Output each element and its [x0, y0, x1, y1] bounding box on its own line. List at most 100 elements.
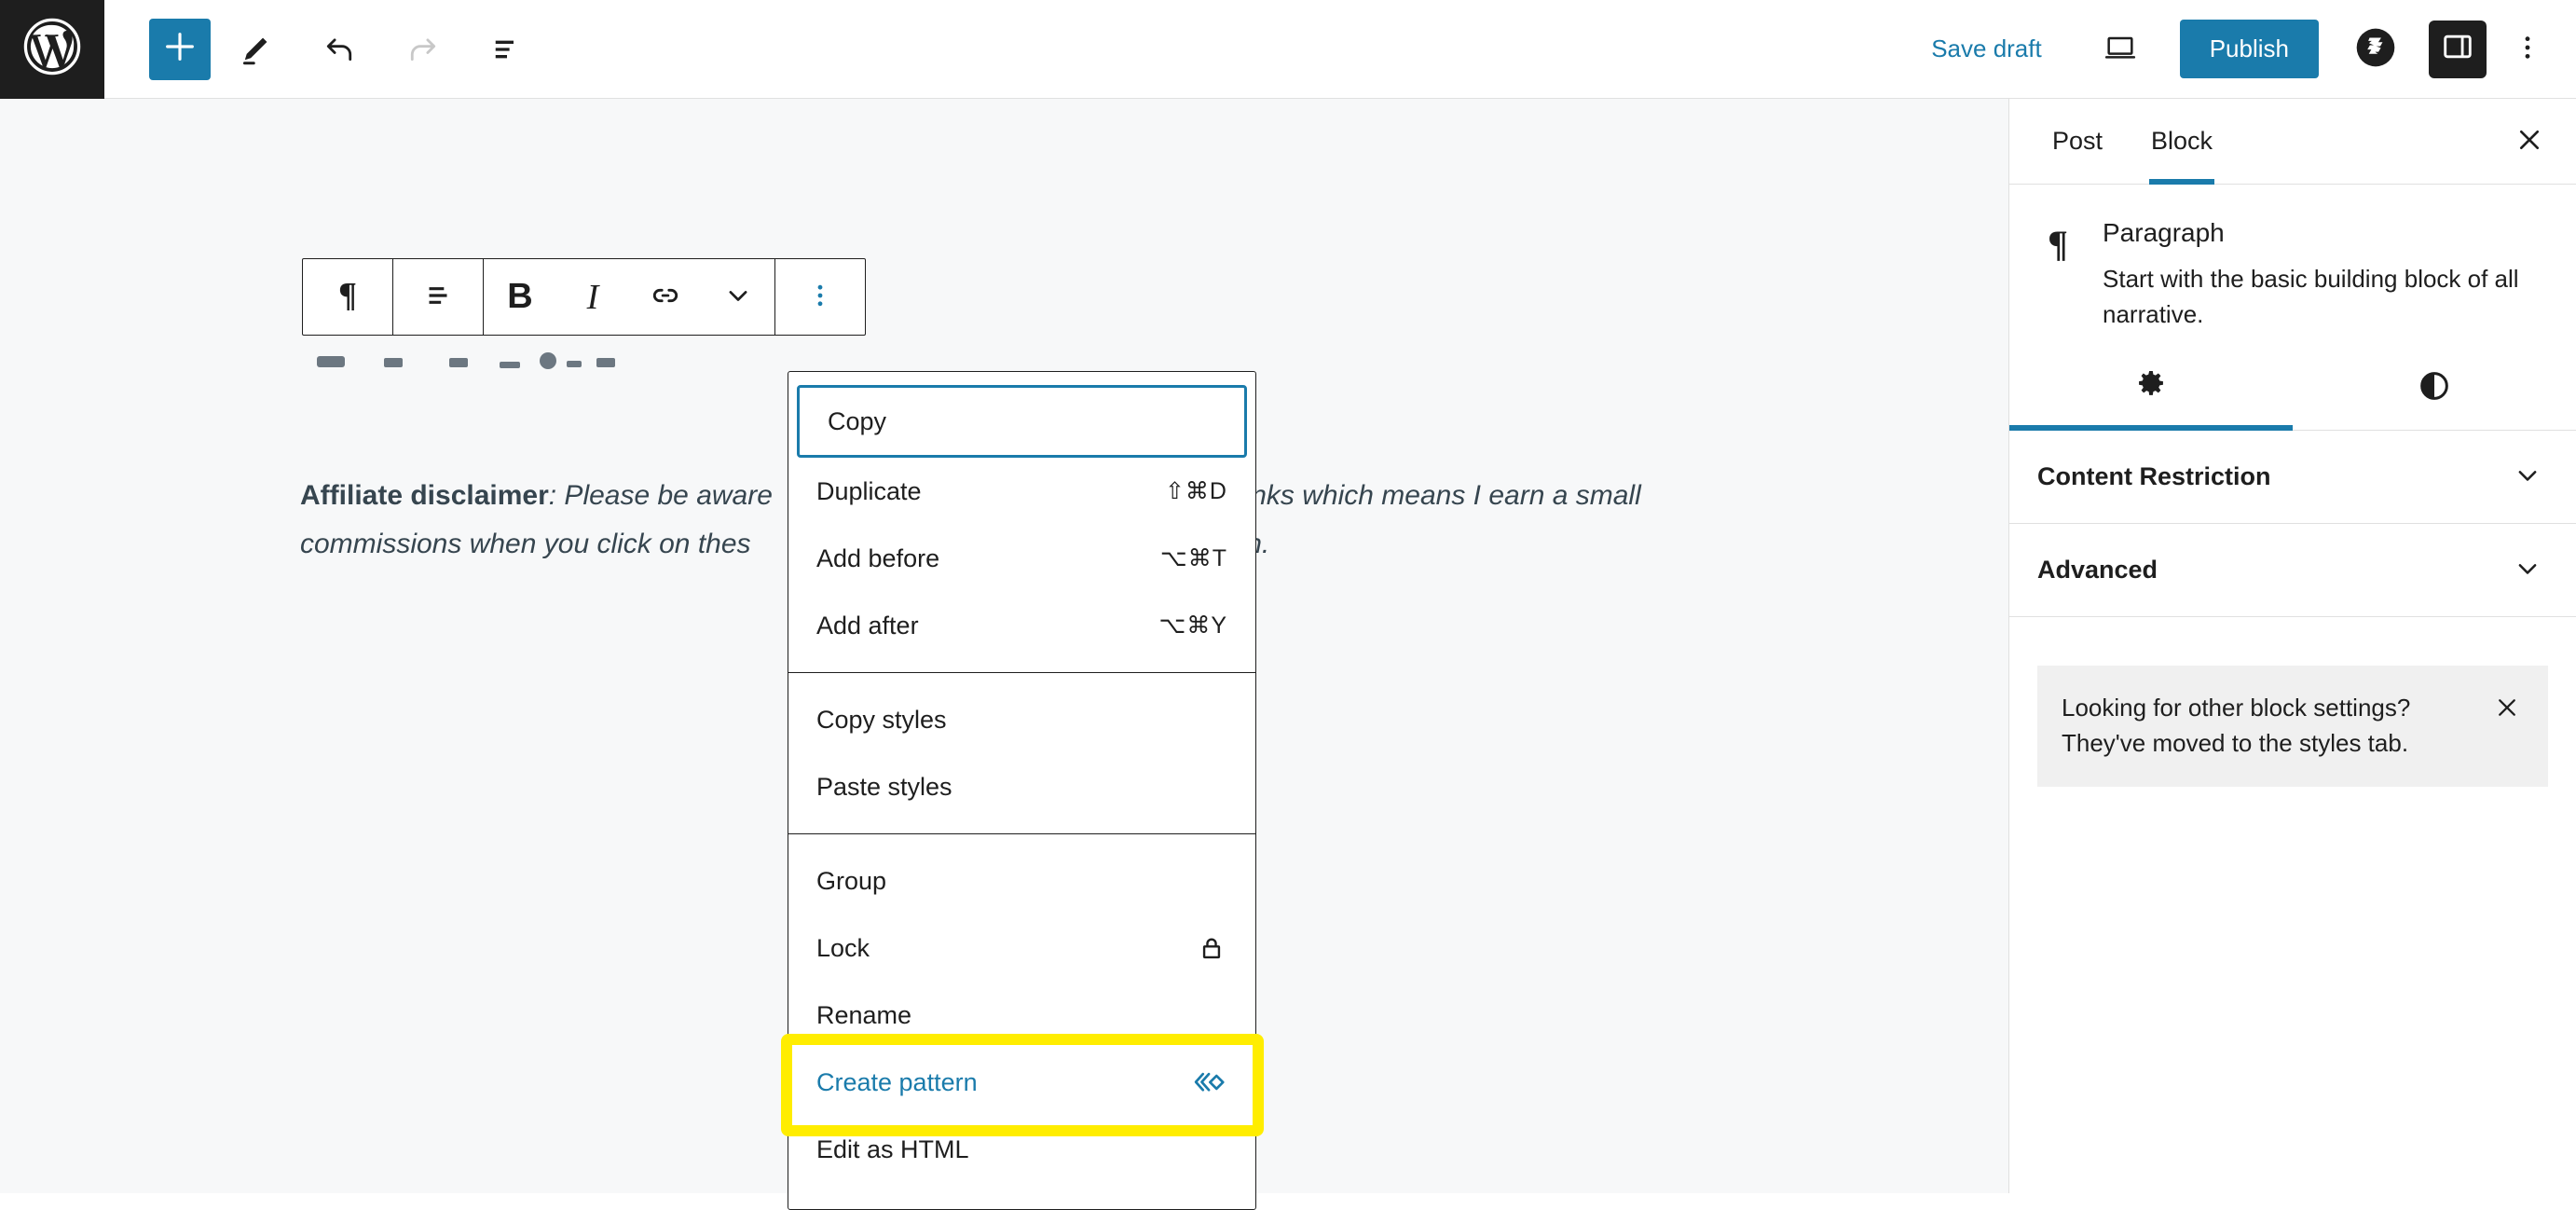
block-drag-handles-decoration [317, 352, 615, 369]
menu-item-add-after[interactable]: Add after ⌥⌘Y [788, 592, 1255, 659]
inspector-tab-bar [2009, 345, 2576, 431]
plugin-badge-button[interactable] [2343, 17, 2408, 82]
preview-button[interactable] [2085, 14, 2156, 85]
redo-button[interactable] [384, 10, 462, 89]
italic-button[interactable]: I [556, 259, 629, 335]
block-card-description: Start with the basic building block of a… [2103, 265, 2519, 328]
menu-item-copy-styles-label: Copy styles [816, 705, 947, 734]
block-type-paragraph-button[interactable]: ¶ [303, 259, 392, 335]
menu-item-copy-styles[interactable]: Copy styles [788, 686, 1255, 753]
more-formats-button[interactable] [702, 259, 774, 335]
pilcrow-icon: ¶ [2037, 218, 2078, 332]
wordpress-logo-icon [21, 16, 83, 82]
menu-item-add-before-label: Add before [816, 543, 940, 572]
block-card: ¶ Paragraph Start with the basic buildin… [2009, 185, 2576, 345]
vertical-ellipsis-icon [2512, 32, 2543, 66]
menu-item-rename-label: Rename [816, 1000, 912, 1029]
menu-item-copy-label: Copy [828, 406, 887, 435]
notice-text: Looking for other block settings? They'v… [2062, 690, 2410, 761]
menu-item-create-pattern[interactable]: Create pattern [788, 1049, 1255, 1116]
undo-button[interactable] [300, 10, 378, 89]
top-bar-right-tools: Save draft Publish [1911, 14, 2576, 85]
lock-icon [1196, 932, 1227, 964]
panel-content-restriction[interactable]: Content Restriction [2009, 431, 2576, 524]
menu-item-duplicate-shortcut: ⇧⌘D [1164, 478, 1227, 504]
notice-dismiss-button[interactable] [2488, 690, 2526, 727]
block-card-text: Paragraph Start with the basic building … [2103, 218, 2544, 332]
close-x-icon [2513, 123, 2546, 159]
document-overview-icon [487, 30, 527, 69]
menu-item-add-before-shortcut: ⌥⌘T [1159, 545, 1227, 571]
chevron-down-icon [2511, 459, 2544, 495]
menu-item-add-after-shortcut: ⌥⌘Y [1158, 612, 1227, 639]
gear-icon [2132, 367, 2170, 407]
tab-styles[interactable] [2293, 345, 2576, 430]
menu-section-styles: Copy styles Paste styles [788, 672, 1255, 833]
svg-text:¶: ¶ [2048, 224, 2068, 265]
link-button[interactable] [629, 259, 702, 335]
panel-advanced-title: Advanced [2037, 556, 2158, 584]
bold-button[interactable]: B [484, 259, 556, 335]
undo-arrow-icon [320, 30, 359, 69]
editor-top-bar: Save draft Publish [0, 0, 2576, 99]
panel-content-restriction-title: Content Restriction [2037, 462, 2271, 490]
menu-section-structure: Group Lock Rename Create pattern Edit as… [788, 833, 1255, 1196]
top-bar-left-tools [104, 10, 546, 89]
contrast-half-circle-icon [2416, 367, 2453, 407]
menu-item-rename[interactable]: Rename [788, 982, 1255, 1049]
align-left-icon [420, 278, 456, 316]
publish-button[interactable]: Publish [2179, 20, 2319, 78]
align-button[interactable] [393, 259, 483, 335]
block-settings-moved-notice: Looking for other block settings? They'v… [2037, 666, 2548, 787]
tab-post[interactable]: Post [2028, 99, 2127, 184]
save-draft-button[interactable]: Save draft [1911, 23, 2062, 75]
format-segment: B I [484, 259, 775, 335]
tab-settings[interactable] [2009, 345, 2293, 431]
redo-arrow-icon [404, 30, 443, 69]
pencil-edit-icon [236, 30, 275, 69]
affiliate-disclaimer-label: Affiliate disclaimer [300, 480, 549, 511]
menu-item-lock-label: Lock [816, 933, 870, 962]
block-card-title: Paragraph [2103, 218, 2225, 247]
menu-item-paste-styles-label: Paste styles [816, 772, 952, 801]
settings-sidebar: Post Block ¶ Paragraph Start with the ba… [2008, 99, 2576, 1193]
svg-text:¶: ¶ [338, 277, 357, 314]
notice-line-1: Looking for other block settings? [2062, 694, 2411, 722]
menu-item-lock[interactable]: Lock [788, 914, 1255, 982]
menu-section-clipboard: Copy Duplicate ⇧⌘D Add before ⌥⌘T Add af… [788, 372, 1255, 672]
menu-item-duplicate-label: Duplicate [816, 476, 922, 505]
block-options-button[interactable] [775, 259, 865, 335]
add-block-button[interactable] [149, 18, 211, 80]
sidebar-close-button[interactable] [2503, 116, 2555, 168]
document-overview-button[interactable] [468, 10, 546, 89]
close-x-icon [2492, 693, 2522, 725]
options-segment [775, 259, 865, 335]
vertical-ellipsis-icon [805, 281, 835, 313]
tab-block[interactable]: Block [2127, 99, 2237, 185]
menu-item-group-label: Group [816, 866, 887, 895]
plus-icon [161, 28, 199, 70]
panel-advanced[interactable]: Advanced [2009, 524, 2576, 617]
menu-item-add-before[interactable]: Add before ⌥⌘T [788, 525, 1255, 592]
wordpress-logo-button[interactable] [0, 0, 104, 99]
menu-item-copy[interactable]: Copy [797, 385, 1247, 458]
notice-line-2: They've moved to the styles tab. [2062, 729, 2409, 757]
editor-more-options-button[interactable] [2500, 14, 2555, 85]
sidebar-tab-bar: Post Block [2009, 99, 2576, 185]
paragraph-line-1-head: : Please be aware [548, 480, 773, 511]
bold-icon: B [507, 277, 533, 316]
pilcrow-icon: ¶ [329, 276, 366, 317]
menu-item-paste-styles[interactable]: Paste styles [788, 753, 1255, 820]
align-segment [393, 259, 484, 335]
menu-item-edit-as-html[interactable]: Edit as HTML [788, 1116, 1255, 1183]
sidebar-panel-icon [2440, 29, 2475, 69]
italic-icon: I [586, 277, 599, 317]
settings-sidebar-toggle-button[interactable] [2429, 20, 2487, 78]
menu-item-group[interactable]: Group [788, 847, 1255, 914]
chevron-down-icon [721, 279, 755, 315]
link-chain-icon [648, 278, 683, 316]
tools-mode-button[interactable] [216, 10, 295, 89]
menu-item-duplicate[interactable]: Duplicate ⇧⌘D [788, 458, 1255, 525]
block-options-dropdown-menu: Copy Duplicate ⇧⌘D Add before ⌥⌘T Add af… [788, 371, 1256, 1210]
block-toolbar: ¶ B I [302, 258, 866, 336]
